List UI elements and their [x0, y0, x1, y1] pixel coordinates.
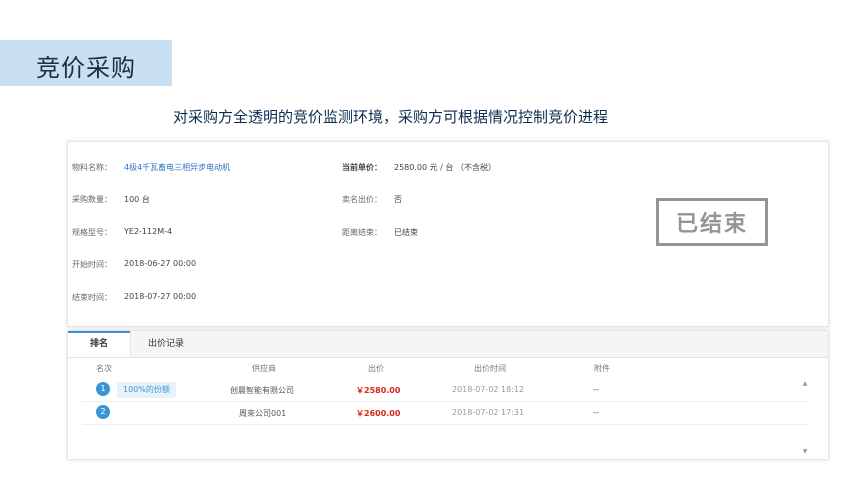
rank-badge: 2: [96, 405, 110, 419]
page-title-bar: 竞价采购: [0, 40, 172, 86]
column-header-attachment: 附件: [594, 364, 610, 373]
supplier-name: 周來公司001: [239, 409, 287, 418]
table-header: 名次 供应商 出价 出价时间 附件: [68, 363, 808, 377]
table-row: 2 周來公司001 ￥2600.00 2018-07-02 17:31 --: [82, 402, 808, 425]
share-tag: 100%的份额: [117, 382, 176, 398]
tab-bar: 排名 出价记录: [68, 331, 828, 358]
column-header-supplier: 供应商: [252, 364, 276, 373]
column-header-time: 出价时间: [474, 364, 506, 373]
start-time-label: 开始时间：: [72, 260, 112, 269]
ended-stamp: 已结束: [656, 198, 768, 246]
end-time-label: 结束时间：: [72, 293, 112, 302]
unit-price-field: 当前单价： 2580.00 元 / 台 （不含税）: [342, 162, 496, 173]
unit-price-label: 当前单价：: [342, 163, 382, 172]
unit-price-value: 2580.00 元 / 台 （不含税）: [394, 163, 496, 172]
seller-bid-field: 卖名出价： 否: [342, 194, 402, 205]
start-time-value: 2018-06-27 00:00: [124, 259, 197, 268]
table-row: 1 100%的份额 创晨智能有限公司 ￥2580.00 2018-07-02 1…: [82, 379, 808, 402]
seller-bid-label: 卖名出价：: [342, 195, 382, 204]
remaining-field: 距离结束： 已结束: [342, 227, 418, 238]
material-link[interactable]: 4极4千瓦畜电三相异步电动机: [124, 162, 230, 173]
material-label: 物料名称：: [72, 163, 112, 172]
quantity-label: 采购数量：: [72, 195, 112, 204]
start-time-field: 开始时间： 2018-06-27 00:00: [72, 259, 196, 270]
model-value: YE2-112M-4: [124, 227, 173, 236]
quantity-value: 100 台: [124, 195, 150, 204]
column-header-rank: 名次: [96, 364, 112, 373]
model-label: 规格型号：: [72, 228, 112, 237]
remaining-value: 已结束: [394, 228, 418, 237]
model-field: 规格型号： YE2-112M-4: [72, 227, 172, 238]
auction-detail-card: 物料名称： 4极4千瓦畜电三相异步电动机 采购数量： 100 台 规格型号： Y…: [67, 141, 829, 327]
tab-ranking[interactable]: 排名: [68, 331, 131, 357]
bid-time: 2018-07-02 18:12: [452, 385, 525, 394]
table-scrollbar[interactable]: ▲ ▼: [800, 379, 810, 457]
rank-badge: 1: [96, 382, 110, 396]
end-time-field: 结束时间： 2018-07-27 00:00: [72, 292, 196, 303]
page-subtitle: 对采购方全透明的竞价监测环境，采购方可根据情况控制竞价进程: [173, 108, 609, 126]
tab-bid-records[interactable]: 出价记录: [130, 331, 202, 357]
end-time-value: 2018-07-27 00:00: [124, 292, 197, 301]
bid-price: ￥2600.00: [356, 409, 401, 418]
seller-bid-value: 否: [394, 195, 402, 204]
ranking-card: 排名 出价记录 名次 供应商 出价 出价时间 附件 1 100%的份额 创晨智能…: [67, 330, 829, 460]
page-title: 竞价采购: [36, 54, 136, 82]
attachment: --: [593, 408, 599, 417]
bid-time: 2018-07-02 17:31: [452, 408, 525, 417]
bid-price: ￥2580.00: [356, 386, 401, 395]
scroll-up-icon[interactable]: ▲: [800, 379, 810, 389]
remaining-label: 距离结束：: [342, 228, 382, 237]
material-field: 物料名称： 4极4千瓦畜电三相异步电动机: [72, 162, 230, 173]
quantity-field: 采购数量： 100 台: [72, 194, 150, 205]
scroll-down-icon[interactable]: ▼: [800, 447, 810, 457]
column-header-price: 出价: [368, 364, 384, 373]
supplier-name: 创晨智能有限公司: [230, 386, 294, 395]
attachment: --: [593, 385, 599, 394]
